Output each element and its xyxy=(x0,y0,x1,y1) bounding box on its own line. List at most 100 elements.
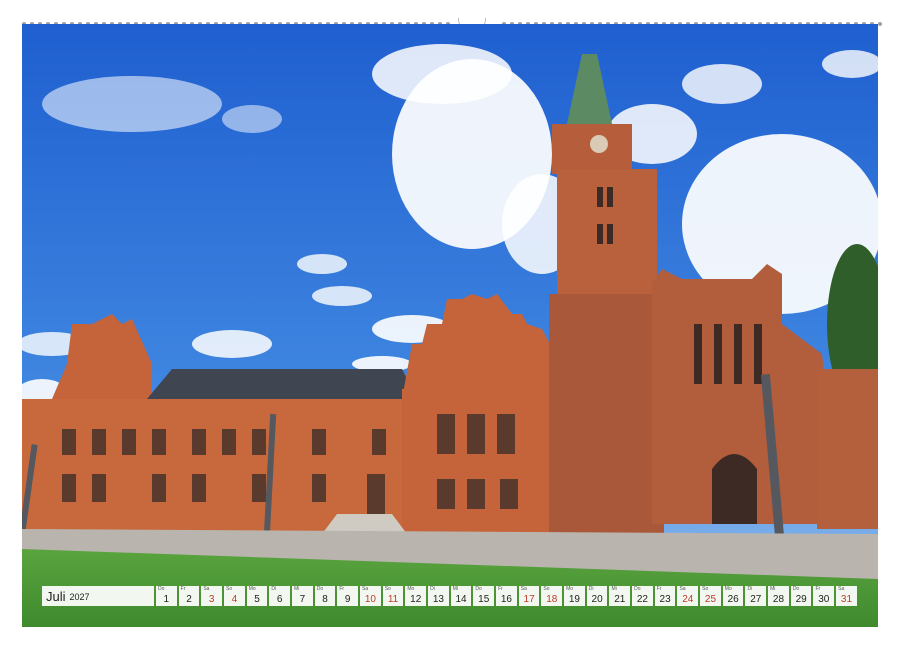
day-number: 31 xyxy=(840,594,853,605)
calendar-day: So 4 xyxy=(224,586,245,606)
day-number: 2 xyxy=(186,594,192,605)
day-number: 16 xyxy=(500,594,512,605)
calendar-day: Sa 24 xyxy=(677,586,699,606)
calendar-day: Di 6 xyxy=(269,586,291,606)
calendar-day: Do 8 xyxy=(314,586,336,606)
calendar-day: Fr 23 xyxy=(654,586,676,606)
calendar-day: Di 27 xyxy=(745,586,767,606)
weekday-abbrev: Mo xyxy=(724,586,732,592)
day-number: 25 xyxy=(704,594,717,605)
calendar-day: Fr 9 xyxy=(337,586,359,606)
calendar-day: So 18 xyxy=(541,586,563,606)
calendar-day: So 25 xyxy=(700,586,721,606)
weekday-abbrev: Sa xyxy=(362,586,369,592)
day-number: 24 xyxy=(682,594,694,605)
calendar-day: Mi 21 xyxy=(609,586,631,606)
weekday-abbrev: Sa xyxy=(203,586,210,592)
day-number: 9 xyxy=(344,594,351,605)
day-number: 26 xyxy=(727,594,739,605)
month-label: Juli 2027 xyxy=(42,586,154,606)
day-number: 20 xyxy=(591,594,603,605)
weekday-abbrev: Di xyxy=(588,586,594,592)
calendar-day: Sa 10 xyxy=(360,586,381,606)
weekday-abbrev: Di xyxy=(747,586,753,592)
day-number: 27 xyxy=(750,594,762,605)
weekday-abbrev: Di xyxy=(430,586,435,592)
weekday-abbrev: Sa xyxy=(838,586,845,592)
weekday-abbrev: Fr xyxy=(656,586,662,592)
day-number: 17 xyxy=(523,594,535,605)
weekday-abbrev: So xyxy=(226,586,233,592)
calendar-day: Do 15 xyxy=(473,586,495,606)
weekday-abbrev: Mi xyxy=(294,586,300,592)
day-number: 30 xyxy=(818,594,830,605)
weekday-abbrev: So xyxy=(702,586,709,592)
day-number: 13 xyxy=(432,594,444,605)
calendar-day: Mo 12 xyxy=(405,586,427,606)
weekday-abbrev: So xyxy=(384,586,391,592)
weekday-abbrev: Do xyxy=(158,586,165,592)
weekday-abbrev: Fr xyxy=(180,586,186,592)
calendar-day: Do 22 xyxy=(632,586,653,606)
day-number: 18 xyxy=(546,594,558,605)
day-number: 10 xyxy=(364,594,376,605)
month-calendar-strip: Juli 2027 Do 1 Fr 2 Sa 3 So 4 Mo 5 Di 6 Mi 7 Do 8 Fr 9 Sa 1… xyxy=(42,586,857,606)
weekday-abbrev: Do xyxy=(316,586,324,592)
weekday-abbrev: Fr xyxy=(815,586,821,592)
calendar-day: Sa 17 xyxy=(518,586,540,606)
photo-illustration xyxy=(22,24,878,627)
weekday-abbrev: Mo xyxy=(248,586,256,592)
calendar-day: Mo 26 xyxy=(722,586,744,606)
weekday-abbrev: Do xyxy=(634,586,641,592)
weekday-abbrev: Mo xyxy=(566,586,574,592)
month-year: 2027 xyxy=(69,592,90,602)
day-number: 23 xyxy=(659,594,671,605)
calendar-day: Do 1 xyxy=(156,586,177,606)
day-number: 19 xyxy=(568,594,580,605)
calendar-page: Juli 2027 Do 1 Fr 2 Sa 3 So 4 Mo 5 Di 6 Mi 7 Do 8 Fr 9 Sa 1… xyxy=(0,0,899,648)
day-number: 21 xyxy=(614,594,626,605)
day-number: 4 xyxy=(231,594,238,605)
calendar-photo xyxy=(22,24,878,627)
calendar-day: Di 13 xyxy=(428,586,449,606)
calendar-day: Sa 31 xyxy=(836,586,857,606)
weekday-abbrev: Fr xyxy=(498,586,503,592)
weekday-abbrev: Sa xyxy=(520,586,527,592)
calendar-day: Mo 19 xyxy=(564,586,585,606)
month-name: Juli xyxy=(46,588,66,604)
weekday-abbrev: Mo xyxy=(407,586,415,592)
calendar-day: Mi 28 xyxy=(768,586,789,606)
day-number: 8 xyxy=(322,594,328,605)
weekday-abbrev: Fr xyxy=(339,586,345,592)
weekday-abbrev: Mi xyxy=(611,586,617,592)
calendar-day: Do 29 xyxy=(790,586,812,606)
day-number: 7 xyxy=(299,594,306,605)
calendar-day: Mi 14 xyxy=(450,586,472,606)
weekday-abbrev: Do xyxy=(475,586,482,592)
day-number: 22 xyxy=(636,594,648,605)
day-number: 29 xyxy=(795,594,807,605)
spiral-hole xyxy=(878,22,882,26)
day-number: 15 xyxy=(478,594,490,605)
weekday-abbrev: So xyxy=(543,586,550,592)
weekday-abbrev: Di xyxy=(271,586,277,592)
day-number: 6 xyxy=(276,594,283,605)
day-number: 11 xyxy=(387,594,399,605)
weekday-abbrev: Sa xyxy=(679,586,686,592)
calendar-day: Di 20 xyxy=(586,586,608,606)
day-number: 5 xyxy=(254,594,260,605)
weekday-abbrev: Mi xyxy=(452,586,459,592)
calendar-day: Fr 30 xyxy=(813,586,835,606)
calendar-day: Fr 16 xyxy=(496,586,517,606)
day-number: 12 xyxy=(410,594,422,605)
calendar-day: Mo 5 xyxy=(246,586,268,606)
day-number: 1 xyxy=(163,594,170,605)
weekday-abbrev: Do xyxy=(792,586,800,592)
day-number: 3 xyxy=(208,594,215,605)
day-number: 14 xyxy=(455,594,467,605)
calendar-day: Mi 7 xyxy=(292,586,313,606)
day-number: 28 xyxy=(772,594,785,605)
weekday-abbrev: Mi xyxy=(770,586,776,592)
calendar-day: So 11 xyxy=(382,586,404,606)
calendar-day: Fr 2 xyxy=(178,586,200,606)
